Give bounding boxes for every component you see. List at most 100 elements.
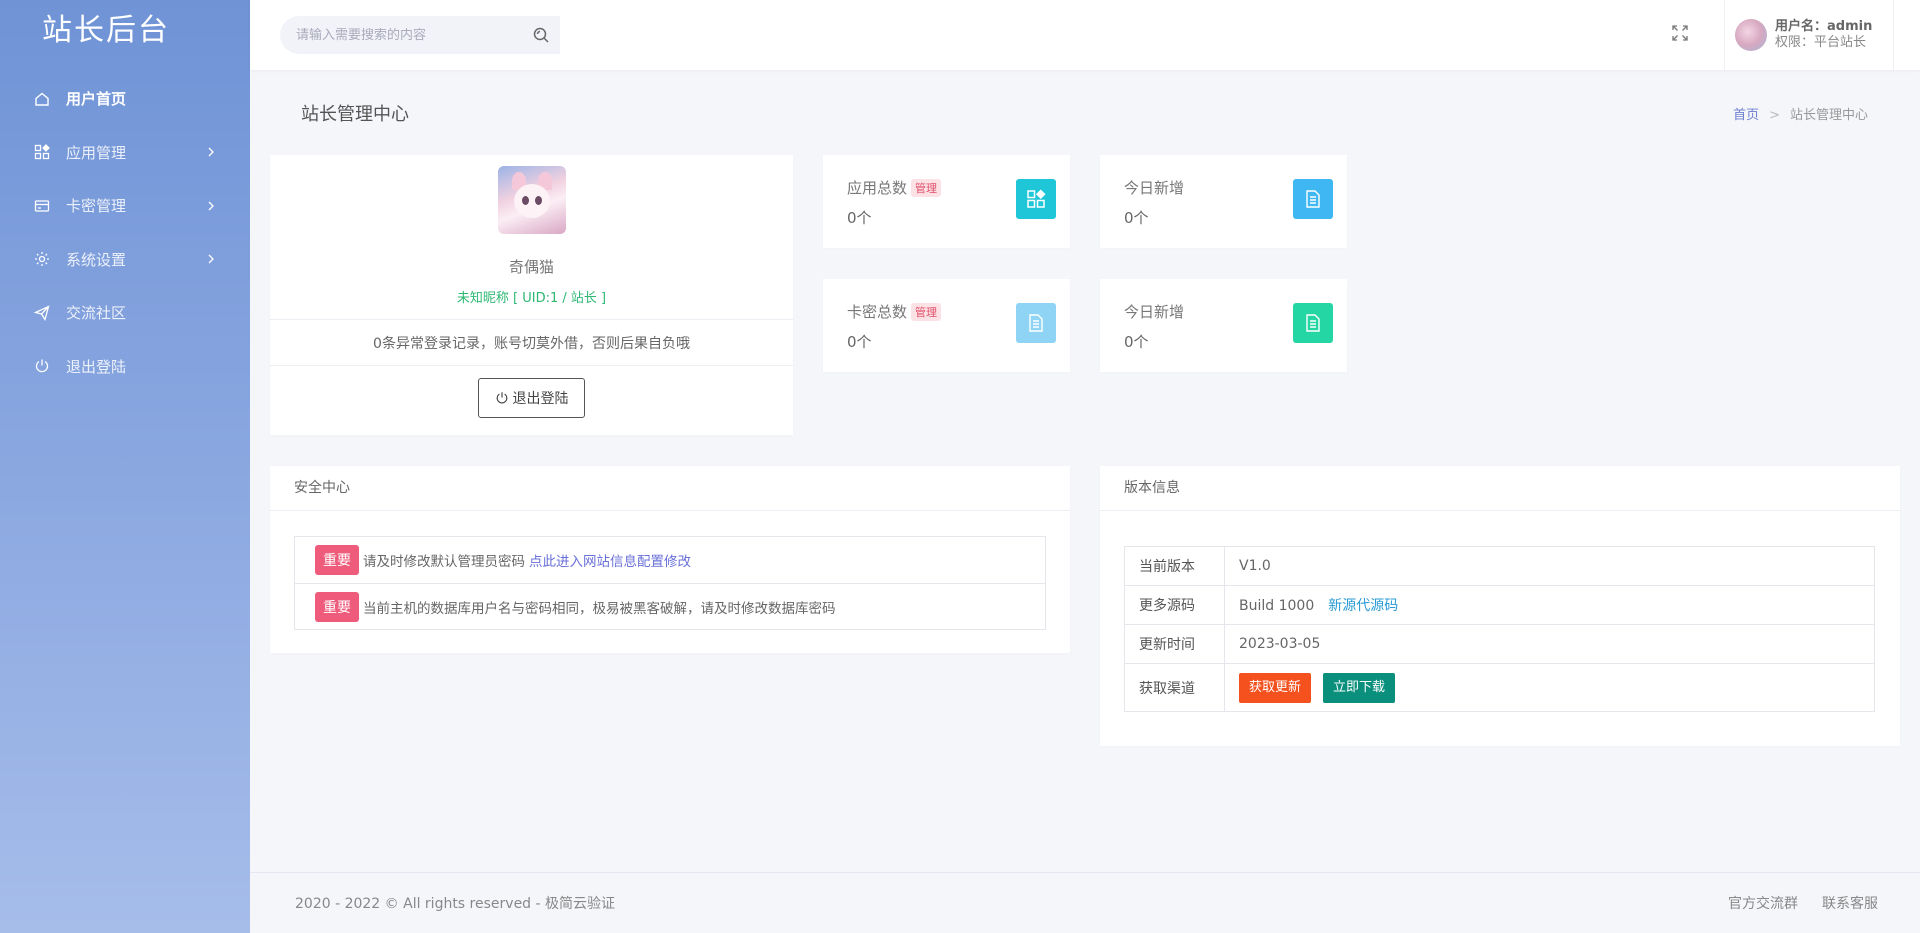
chevron-right-icon <box>208 147 214 157</box>
table-value: V1.0 <box>1224 546 1875 586</box>
list-item: 重要 当前主机的数据库用户名与密码相同，极易被黑客破解，请及时修改数据库密码 <box>295 583 1045 629</box>
user-info: 用户名：admin 权限：平台站长 <box>1775 19 1872 51</box>
sidebar-item-community[interactable]: 交流社区 <box>0 286 250 340</box>
important-tag: 重要 <box>315 545 359 575</box>
sidebar-item-label: 系统设置 <box>66 250 127 269</box>
stat-label: 应用总数 <box>847 179 908 197</box>
footer-link-group[interactable]: 官方交流群 <box>1728 896 1798 912</box>
search-input[interactable] <box>280 27 510 43</box>
search-icon[interactable] <box>532 26 550 44</box>
apps-icon <box>34 144 50 160</box>
divider <box>270 319 793 320</box>
table-value: Build 1000 <box>1239 598 1315 614</box>
search-box <box>280 16 560 54</box>
chevron-right-icon <box>208 201 214 211</box>
stat-icon-button[interactable] <box>1016 179 1056 219</box>
profile-name: 奇偶猫 <box>508 258 554 276</box>
user-name-label: 用户名：admin <box>1775 19 1873 34</box>
manage-badge[interactable]: 管理 <box>911 302 942 321</box>
stat-icon-button[interactable] <box>1293 179 1333 219</box>
brand-title: 站长后台 <box>42 13 170 48</box>
profile-uid: 未知昵称 [ UID:1 / 站长 ] <box>456 291 607 306</box>
sidebar-item-label: 交流社区 <box>66 304 127 323</box>
copyright: 2020 - 2022 © All rights reserved - 极简云验… <box>295 896 616 912</box>
home-icon <box>34 91 50 107</box>
table-key: 更多源码 <box>1124 585 1225 625</box>
sidebar-item-apps[interactable]: 应用管理 <box>0 126 250 180</box>
get-update-button[interactable]: 获取更新 <box>1239 672 1312 703</box>
document-icon <box>1029 314 1043 332</box>
stat-icon-button[interactable] <box>1293 303 1333 343</box>
breadcrumb-home-link[interactable]: 首页 <box>1733 108 1759 123</box>
user-role-label: 权限：平台站长 <box>1775 35 1867 50</box>
footer-link-support[interactable]: 联系客服 <box>1822 896 1878 912</box>
sidebar-item-label: 应用管理 <box>66 143 127 162</box>
sidebar-item-logout[interactable]: 退出登陆 <box>0 340 250 394</box>
version-table: 当前版本 V1.0 更多源码 Build 1000 新源代源码 更新时间 2023… <box>1124 546 1875 712</box>
sidebar-item-label: 卡密管理 <box>66 197 127 216</box>
paper-plane-icon <box>34 305 50 321</box>
footer-links: 官方交流群 联系客服 <box>1704 893 1878 913</box>
stat-label: 卡密总数 <box>847 303 908 321</box>
fullscreen-icon[interactable] <box>1671 24 1689 42</box>
stat-card-apps-total: 应用总数 管理 0个 <box>823 155 1070 248</box>
table-row: 更新时间 2023-03-05 <box>1124 624 1875 664</box>
stat-value: 0个 <box>1124 209 1149 227</box>
sidebar-item-cards[interactable]: 卡密管理 <box>0 179 250 233</box>
list-item: 重要 请及时修改默认管理员密码 点此进入网站信息配置修改 <box>295 537 1045 583</box>
page-title: 站长管理中心 <box>301 104 409 125</box>
table-key: 更新时间 <box>1124 624 1225 664</box>
chevron-right-icon <box>208 254 214 264</box>
breadcrumb-current: 站长管理中心 <box>1789 108 1868 123</box>
panel-title: 安全中心 <box>270 466 1070 511</box>
stat-label: 今日新增 <box>1124 303 1185 321</box>
table-value-cell: Build 1000 新源代源码 <box>1224 585 1875 625</box>
source-link[interactable]: 新源代源码 <box>1328 598 1398 614</box>
table-row: 更多源码 Build 1000 新源代源码 <box>1124 585 1875 625</box>
card-icon <box>34 198 50 214</box>
power-icon <box>496 392 507 404</box>
stat-icon-button[interactable] <box>1016 303 1056 343</box>
sidebar: 站长后台 用户首页 应用管理 卡密管理 系统设置 交流社区 退出登陆 <box>0 0 250 933</box>
security-text: 请及时修改默认管理员密码 <box>363 554 525 570</box>
login-warning: 0条异常登录记录，账号切莫外借，否则后果自负哦 <box>373 336 690 352</box>
apps-icon <box>1027 189 1046 208</box>
important-tag: 重要 <box>315 591 359 622</box>
gear-icon <box>34 251 50 267</box>
sidebar-item-settings[interactable]: 系统设置 <box>0 233 250 287</box>
user-menu[interactable]: 用户名：admin 权限：平台站长 <box>1724 0 1894 70</box>
breadcrumb-separator: > <box>1769 108 1780 123</box>
sidebar-item-label: 用户首页 <box>66 90 127 109</box>
manage-badge[interactable]: 管理 <box>911 178 942 197</box>
logout-button[interactable]: 退出登陆 <box>478 378 585 418</box>
stat-value: 0个 <box>847 209 872 227</box>
panel-title: 版本信息 <box>1100 466 1900 511</box>
table-key: 当前版本 <box>1124 546 1225 586</box>
version-panel: 版本信息 当前版本 V1.0 更多源码 Build 1000 新源代源码 更新时间… <box>1100 466 1900 746</box>
stat-card-cards-total: 卡密总数 管理 0个 <box>823 279 1070 372</box>
top-header: 用户名：admin 权限：平台站长 <box>250 0 1920 70</box>
divider <box>270 365 793 366</box>
sidebar-item-label: 退出登陆 <box>66 357 127 376</box>
download-button[interactable]: 立即下载 <box>1323 672 1396 703</box>
footer: 2020 - 2022 © All rights reserved - 极简云验… <box>250 872 1920 933</box>
table-row: 当前版本 V1.0 <box>1124 546 1875 586</box>
table-value: 2023-03-05 <box>1224 624 1875 664</box>
stat-card-cards-today: 今日新增 0个 <box>1100 279 1347 372</box>
logout-button-label: 退出登陆 <box>512 391 569 407</box>
security-panel: 安全中心 重要 请及时修改默认管理员密码 点此进入网站信息配置修改 重要 当前主… <box>270 466 1070 653</box>
power-icon <box>34 358 50 374</box>
breadcrumb: 首页 > 站长管理中心 <box>1733 104 1868 123</box>
stat-label: 今日新增 <box>1124 179 1185 197</box>
config-link[interactable]: 点此进入网站信息配置修改 <box>529 550 691 570</box>
profile-card: 奇偶猫 未知昵称 [ UID:1 / 站长 ] 0条异常登录记录，账号切莫外借，… <box>270 155 793 435</box>
sidebar-item-home[interactable]: 用户首页 <box>0 72 250 126</box>
table-row: 获取渠道 获取更新 立即下载 <box>1124 663 1875 712</box>
stat-value: 0个 <box>1124 333 1149 351</box>
profile-avatar <box>498 166 566 234</box>
stat-value: 0个 <box>847 333 872 351</box>
sidebar-nav: 用户首页 应用管理 卡密管理 系统设置 交流社区 退出登陆 <box>0 72 250 393</box>
security-list: 重要 请及时修改默认管理员密码 点此进入网站信息配置修改 重要 当前主机的数据库… <box>294 536 1046 630</box>
table-key: 获取渠道 <box>1124 663 1225 712</box>
document-icon <box>1306 190 1320 208</box>
